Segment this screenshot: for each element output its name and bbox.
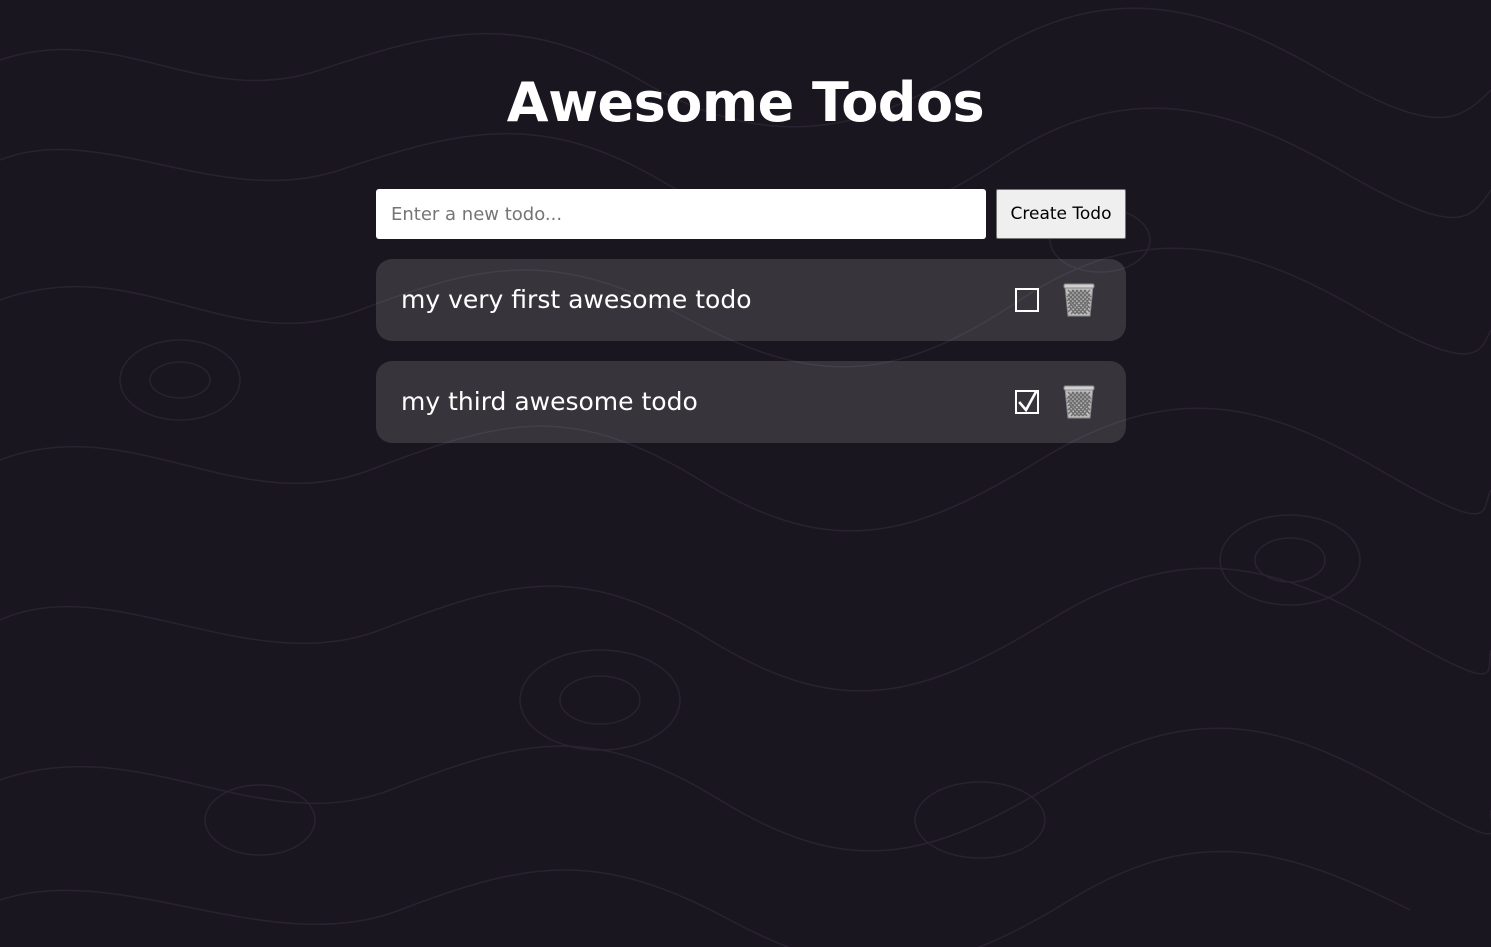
new-todo-input[interactable] xyxy=(376,189,986,239)
page-title: Awesome Todos xyxy=(506,71,985,134)
new-todo-form: Create Todo xyxy=(376,189,1126,239)
todo-complete-checkbox[interactable] xyxy=(1015,288,1039,312)
todo-complete-checkbox[interactable] xyxy=(1015,390,1039,414)
checkmark-icon xyxy=(1018,390,1039,413)
create-todo-button[interactable]: Create Todo xyxy=(996,189,1126,239)
todo-text: my very first awesome todo xyxy=(401,285,752,314)
todo-item: my third awesome todo xyxy=(376,361,1126,443)
todo-item: my very first awesome todo xyxy=(376,259,1126,341)
todo-list: my very first awesome todo my third awes… xyxy=(376,259,1126,463)
todo-text: my third awesome todo xyxy=(401,387,698,416)
todo-app: Awesome Todos Create Todo my very first … xyxy=(0,0,1491,947)
trash-icon[interactable] xyxy=(1063,283,1095,317)
trash-icon[interactable] xyxy=(1063,385,1095,419)
